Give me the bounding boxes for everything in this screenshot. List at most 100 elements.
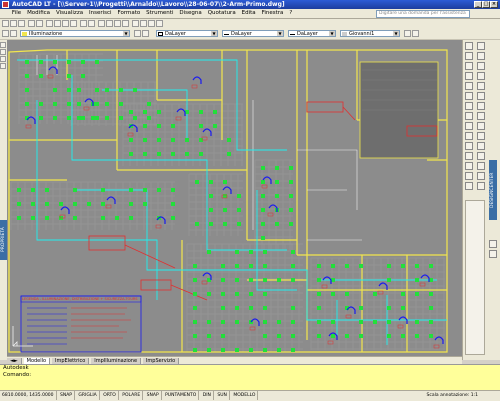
dimstyle-icon[interactable] [404,30,411,37]
command-prompt[interactable]: Comando: [0,372,500,379]
zoom-out-icon[interactable] [489,250,497,258]
help-icon[interactable] [156,20,163,27]
arc-icon[interactable] [0,63,6,69]
snap-toggle[interactable]: SNAP [58,391,75,400]
make-current-icon[interactable] [134,30,141,37]
zoom-window-icon[interactable] [114,20,121,27]
match-properties-icon[interactable] [70,20,77,27]
insert-block-icon[interactable] [477,132,485,140]
menu-disegna[interactable]: Disegna [177,9,203,18]
polar-toggle[interactable]: POLARE [120,391,144,400]
layer-manager-icon[interactable] [2,30,9,37]
osnap-toggle[interactable]: SNAP [145,391,162,400]
polyline-icon[interactable] [0,49,6,55]
menu-visualizza[interactable]: Visualizza [54,9,85,18]
lineweight-select[interactable]: DaLayer ▼ [288,30,336,37]
model-toggle[interactable]: MODELLO [231,391,259,400]
lweight-toggle[interactable]: SUN [215,391,230,400]
color-select[interactable]: DaLayer ▼ [156,30,218,37]
zoom-realtime-icon[interactable] [106,20,113,27]
break-icon[interactable] [465,152,473,160]
arc-tool-icon[interactable] [477,92,485,100]
menu-modifica[interactable]: Modifica [25,9,52,18]
autocad-app-icon[interactable] [2,1,9,8]
otrack-toggle[interactable]: PUNTAMENTO [163,391,200,400]
menu-help[interactable]: ? [287,9,294,18]
tool-palettes-icon[interactable] [148,20,155,27]
move-icon[interactable] [465,92,473,100]
maximize-button[interactable]: □ [482,1,490,8]
redo-icon[interactable] [88,20,95,27]
paste-icon[interactable] [62,20,69,27]
designcenter-icon[interactable] [140,20,147,27]
construction-line-icon[interactable] [477,52,485,60]
layer-state-icon[interactable] [10,30,17,37]
copy-object-icon[interactable] [465,52,473,60]
linetype-select[interactable]: DaLayer ▼ [222,30,284,37]
open-icon[interactable] [10,20,17,27]
ortho-toggle[interactable]: ORTO [101,391,119,400]
layer-previous-icon[interactable] [142,30,149,37]
save-icon[interactable] [18,20,25,27]
menu-quotatura[interactable]: Quotatura [206,9,238,18]
layer-select[interactable]: Illuminazione ▼ [20,30,130,37]
region-icon[interactable] [477,172,485,180]
chamfer-icon[interactable] [465,172,473,180]
mirror-icon[interactable] [465,62,473,70]
drawing-canvas[interactable]: LEGENDA - ILLUMINAZIONE, DISTRIBUZIONE +… [7,40,462,356]
grid-toggle[interactable]: GRIGLIA [76,391,100,400]
tool-palette-strip[interactable] [465,200,485,355]
menu-file[interactable]: File [10,9,23,18]
explode-icon[interactable] [465,182,473,190]
textstyle-icon[interactable] [412,30,419,37]
erase-icon[interactable] [465,42,473,50]
din-toggle[interactable]: DIN [201,391,214,400]
command-line[interactable]: Autodesk Comando: [0,364,500,391]
pan-icon[interactable] [98,20,105,27]
polyline-tool-icon[interactable] [477,62,485,70]
extend-icon[interactable] [465,142,473,150]
offset-icon[interactable] [465,72,473,80]
polygon-icon[interactable] [477,72,485,80]
spline-icon[interactable] [477,112,485,120]
cut-icon[interactable] [46,20,53,27]
menu-strumenti[interactable]: Strumenti [144,9,175,18]
trim-icon[interactable] [465,132,473,140]
coordinates-readout[interactable]: 6810.0000, 1435.0000 [0,391,57,400]
help-search-input[interactable]: Digitare una domanda per l'assistenza [376,10,470,18]
fillet-icon[interactable] [465,162,473,170]
menu-inserisci[interactable]: Inserisci [87,9,114,18]
ellipse-icon[interactable] [477,122,485,130]
properties-icon[interactable] [132,20,139,27]
array-icon[interactable] [465,82,473,90]
make-block-icon[interactable] [477,142,485,150]
scale-icon[interactable] [465,112,473,120]
stretch-icon[interactable] [465,122,473,130]
line-tool-icon[interactable] [477,42,485,50]
close-button[interactable]: × [490,1,498,8]
circle-icon[interactable] [0,56,6,62]
print-icon[interactable] [28,20,35,27]
plotstyle-select[interactable]: Giovanni1 ▼ [340,30,400,37]
light-fixture-icon [317,334,321,338]
line-icon[interactable] [0,42,6,48]
designcenter-panel-tab[interactable]: DESIGNCENTER [489,160,497,220]
new-icon[interactable] [2,20,9,27]
rotate-icon[interactable] [465,102,473,110]
menu-formato[interactable]: Formato [116,9,143,18]
menu-edita[interactable]: Edita [240,9,258,18]
undo-icon[interactable] [80,20,87,27]
properties-panel-tab[interactable]: PROPRIETÀ [0,220,7,260]
circle-tool-icon[interactable] [477,102,485,110]
mtext-icon[interactable] [477,182,485,190]
preview-icon[interactable] [36,20,43,27]
menu-finestra[interactable]: Finestra [260,9,286,18]
minimize-button[interactable]: _ [474,1,482,8]
zoom-in-icon[interactable] [489,240,497,248]
hatch-icon[interactable] [477,162,485,170]
rectangle-icon[interactable] [477,82,485,90]
annotation-scale[interactable]: Scala annotazione: 1:1 [425,391,480,400]
point-icon[interactable] [477,152,485,160]
copy-icon[interactable] [54,20,61,27]
zoom-previous-icon[interactable] [122,20,129,27]
